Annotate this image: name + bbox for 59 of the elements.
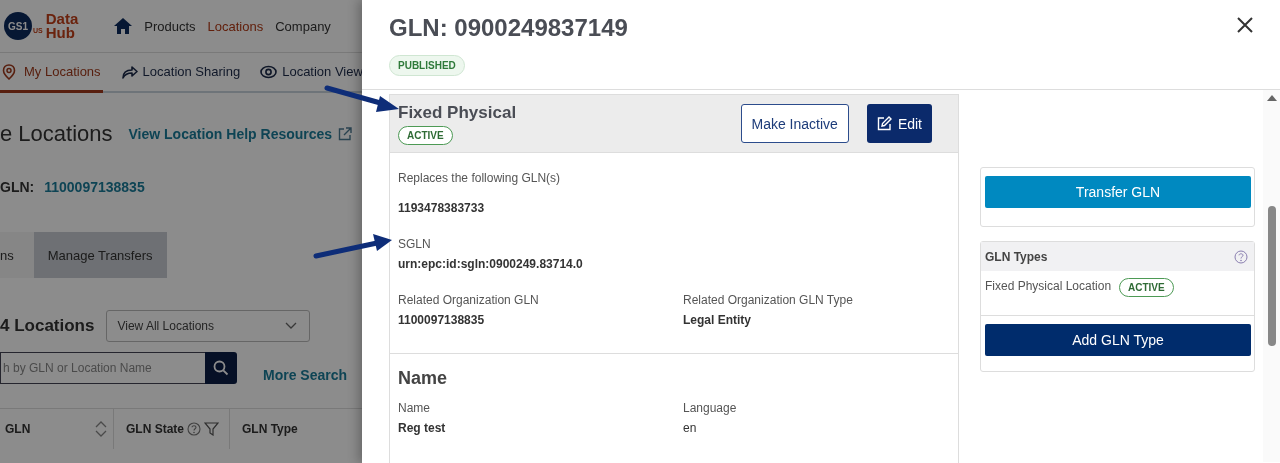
field-value: urn:epc:id:sgln:0900249.83714.0 [398,257,584,271]
status-badge: ACTIVE [1119,278,1174,297]
tab[interactable]: ns [0,232,34,278]
section-title: Name [397,368,449,389]
status-badge: ACTIVE [398,125,453,145]
nav-link[interactable]: Company [275,18,331,34]
card-title: GLN Types [985,249,1048,264]
product-name: Data Hub [45,12,79,40]
field-label: SGLN [398,237,432,251]
edit-button[interactable]: Edit [866,104,932,143]
drawer-title: GLN: 0900249837149 [389,14,628,42]
search-field[interactable]: h by GLN or Location Name [0,352,205,384]
search-button[interactable] [205,352,237,384]
subnav-tab[interactable]: My Locations [0,53,103,93]
scroll-thumb[interactable] [1267,206,1276,346]
scroll-up-icon[interactable] [1266,95,1277,101]
nav-link[interactable]: Products [144,18,196,34]
field-value: 1193478383733 [398,201,486,215]
field-label: Name [398,401,431,415]
edit-icon [876,116,892,131]
filter-icon[interactable] [204,422,219,436]
help-icon[interactable] [187,422,201,436]
external-link-icon[interactable] [338,127,353,141]
help-link[interactable]: View Location Help Resources [128,126,333,142]
status-badge: PUBLISHED [389,55,465,76]
column-header: GLN [5,422,31,436]
chevron-down-icon [285,322,298,330]
add-gln-type-button[interactable]: Add GLN Type [985,324,1251,356]
column-header: GLN Type [242,422,298,436]
nav-link[interactable]: Locations [207,18,264,34]
transfer-button[interactable]: Transfer GLN [985,176,1251,208]
eye-icon [260,63,278,80]
gln-type-name: Fixed Physical Location [985,278,1113,295]
field-label: Language [683,401,738,415]
page-title: e Locations [0,121,113,147]
gln-link[interactable]: 1100097138835 [44,179,145,195]
gln-label: GLN: [0,179,35,195]
field-label: Related Organization GLN Type [683,293,854,307]
field-value: en [683,421,698,435]
sort-icon[interactable] [95,420,107,438]
view-select[interactable]: View All Locations [106,310,311,342]
field-value: Legal Entity [683,313,752,327]
column-header: GLN State [126,422,184,436]
share-arrow-icon [120,63,138,80]
tab[interactable]: Manage Transfers [33,232,167,278]
field-label: Related Organization GLN [398,293,540,307]
close-icon[interactable] [1237,17,1253,33]
field-value: 1100097138835 [398,313,486,327]
search-icon [213,360,229,376]
home-icon[interactable] [114,18,133,34]
more-search-link[interactable]: More Search [263,367,348,383]
field-label: Replaces the following GLN(s) [398,171,562,185]
field-value: Reg test [398,421,447,435]
subnav-tab[interactable]: Location Sharing [118,53,243,93]
help-icon[interactable] [1234,249,1248,264]
brand-logo[interactable]: GS1 [4,12,32,40]
location-count: 4 Locations [0,316,95,336]
card-title: Fixed Physical [398,102,517,123]
scrollbar[interactable] [1263,90,1280,462]
